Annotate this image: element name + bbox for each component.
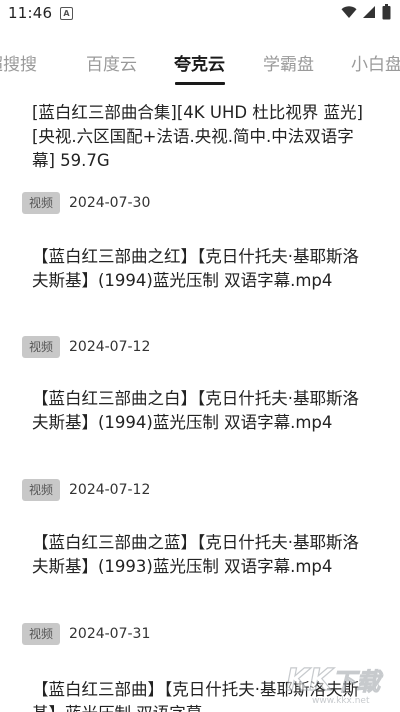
result-date: 2024-07-31 <box>69 626 151 642</box>
tab-baiduyun[interactable]: 百度云 <box>86 50 137 75</box>
tab-chaosousou[interactable]: 超搜搜 <box>0 50 37 75</box>
tab-xiaobaipan[interactable]: 小白盘 <box>351 50 400 75</box>
svg-text:www.kkx.net: www.kkx.net <box>312 696 370 706</box>
result-title: 【蓝白红三部曲之白】【克日什托夫·基耶斯洛夫斯基】(1994)蓝光压制 双语字幕… <box>32 389 359 432</box>
type-badge: 视频 <box>22 336 60 358</box>
site-watermark-logo: KK 下载 www.kkx.net <box>285 662 384 706</box>
result-meta: 视频 2024-07-31 <box>22 623 150 645</box>
result-meta: 视频 2024-07-30 <box>22 192 150 214</box>
tab-kuakeyun[interactable]: 夸克云 <box>174 50 225 75</box>
svg-text:下载: 下载 <box>332 668 384 696</box>
result-item[interactable]: 【蓝白红三部曲之蓝】【克日什托夫·基耶斯洛夫斯基】(1993)蓝光压制 双语字幕… <box>0 520 400 664</box>
active-tab-indicator <box>175 82 225 85</box>
result-date: 2024-07-12 <box>69 482 151 498</box>
tab-xuebapan[interactable]: 学霸盘 <box>263 50 314 75</box>
result-date: 2024-07-30 <box>69 195 151 211</box>
result-date: 2024-07-12 <box>69 339 151 355</box>
battery-icon <box>382 4 391 20</box>
result-title: 【蓝白红三部曲之蓝】【克日什托夫·基耶斯洛夫斯基】(1993)蓝光压制 双语字幕… <box>32 533 359 576</box>
result-item[interactable]: 【蓝白红三部曲之白】【克日什托夫·基耶斯洛夫斯基】(1994)蓝光压制 双语字幕… <box>0 377 400 520</box>
status-bar: 11:46 A <box>0 0 400 28</box>
cell-signal-icon <box>363 6 375 18</box>
svg-text:KK: KK <box>286 663 335 698</box>
result-item[interactable]: [蓝白红三部曲合集][4K UHD 杜比视界 蓝光][央视.六区国配+法语.央视… <box>0 92 400 234</box>
a-notification-icon: A <box>60 7 73 20</box>
result-title: 【蓝白红三部曲之红】【克日什托夫·基耶斯洛夫斯基】(1994)蓝光压制 双语字幕… <box>32 247 359 290</box>
status-time: 11:46 <box>8 4 53 22</box>
wifi-icon <box>341 6 357 18</box>
type-badge: 视频 <box>22 192 60 214</box>
result-item[interactable]: 【蓝白红三部曲之红】【克日什托夫·基耶斯洛夫斯基】(1994)蓝光压制 双语字幕… <box>0 234 400 377</box>
tab-bar: 超搜搜 百度云 夸克云 学霸盘 小白盘 <box>0 30 400 92</box>
result-title: [蓝白红三部曲合集][4K UHD 杜比视界 蓝光][央视.六区国配+法语.央视… <box>32 103 363 170</box>
type-badge: 视频 <box>22 479 60 501</box>
screen: 11:46 A 超搜搜 百度云 夸克云 学霸盘 小白盘 [蓝白红三部曲合集][4… <box>0 0 400 712</box>
type-badge: 视频 <box>22 623 60 645</box>
result-meta: 视频 2024-07-12 <box>22 336 150 358</box>
result-meta: 视频 2024-07-12 <box>22 479 150 501</box>
